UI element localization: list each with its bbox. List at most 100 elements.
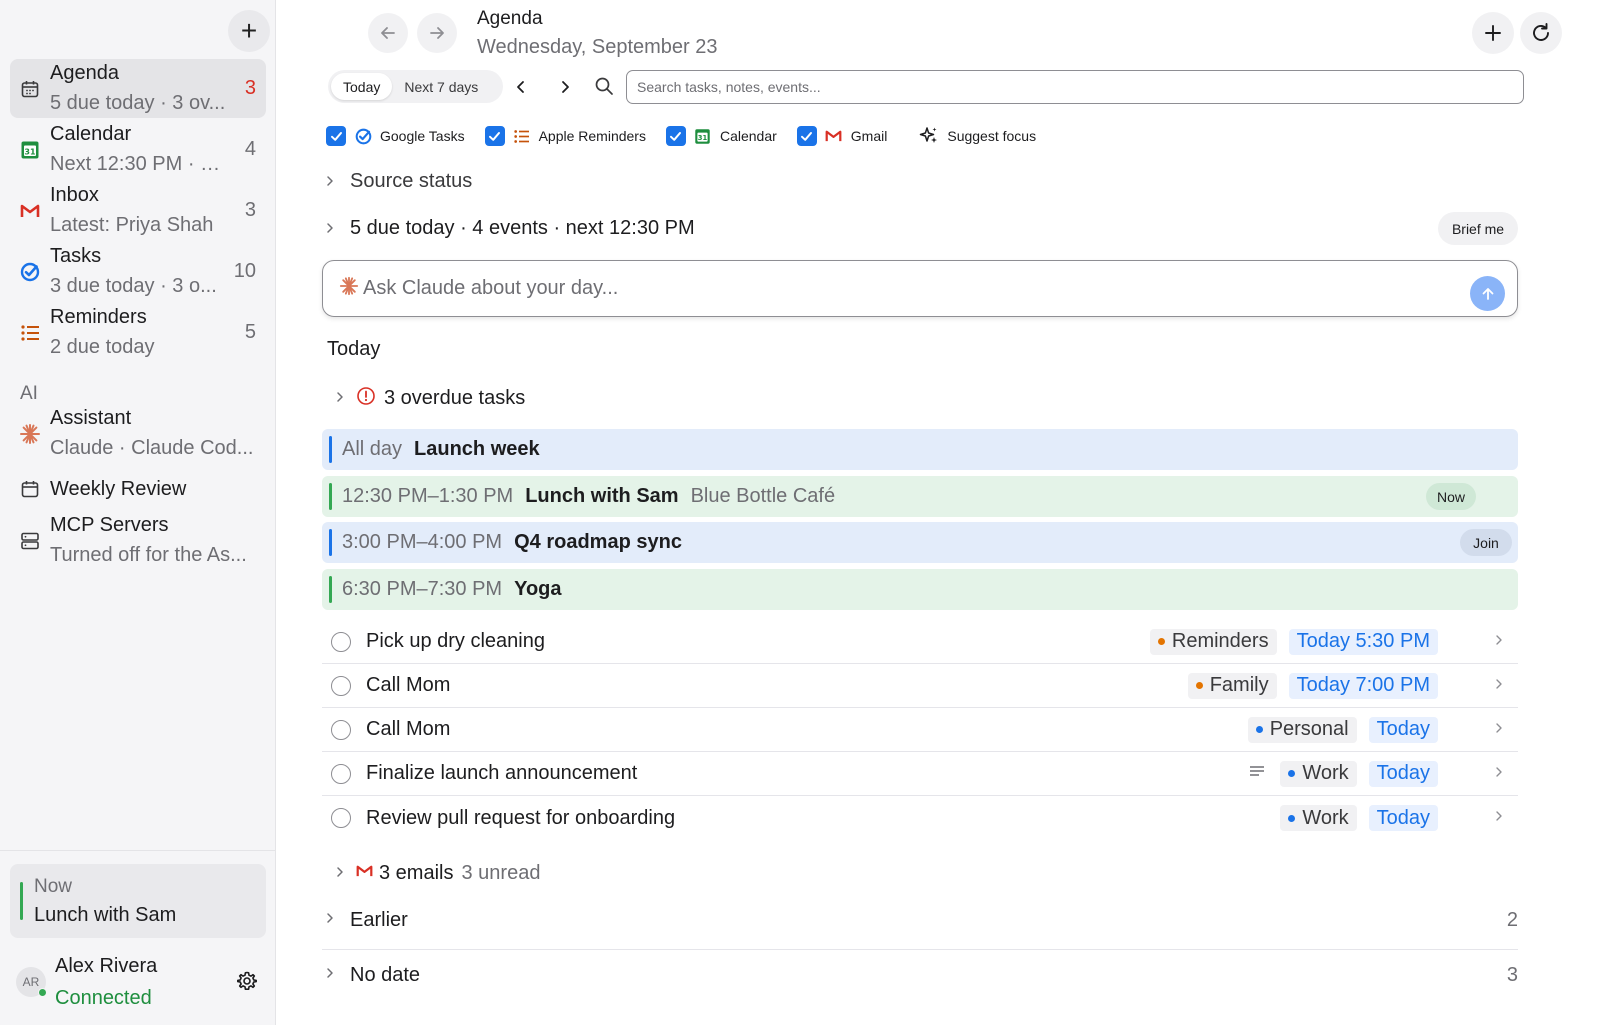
task-row[interactable]: Finalize launch announcement Work Today	[322, 752, 1518, 796]
task-complete-checkbox[interactable]	[331, 763, 351, 784]
event-color-bar	[329, 436, 332, 463]
forward-button[interactable]	[417, 13, 457, 53]
sidebar-section-ai: AI	[20, 383, 38, 404]
back-button[interactable]	[368, 13, 408, 53]
task-row[interactable]: Review pull request for onboarding Work …	[322, 796, 1518, 840]
gmail-icon	[356, 864, 373, 883]
sidebar-item-subtitle: Latest: Priya Shah	[50, 214, 214, 236]
ask-placeholder: Ask Claude about your day...	[363, 277, 619, 299]
send-button[interactable]	[1470, 276, 1505, 311]
task-list-tag: Reminders	[1149, 628, 1277, 655]
event-row[interactable]: 12:30 PM–1:30 PM Lunch with Sam Blue Bot…	[322, 476, 1518, 517]
task-row[interactable]: Call Mom Personal Today	[322, 708, 1518, 752]
source-status-label: Source status	[350, 170, 473, 192]
checkbox-checked-icon[interactable]	[484, 126, 505, 146]
filter-google-tasks[interactable]: Google Tasks	[326, 126, 465, 146]
sidebar-item-inbox[interactable]: Inbox Latest: Priya Shah 3	[10, 181, 266, 240]
chevron-right-icon	[324, 221, 344, 237]
refresh-button[interactable]	[1520, 12, 1562, 54]
task-row[interactable]: Pick up dry cleaning Reminders Today 5:3…	[322, 620, 1518, 664]
search-input[interactable]	[626, 70, 1524, 104]
sidebar-item-title: Assistant	[50, 407, 132, 429]
new-item-button[interactable]: +	[228, 10, 270, 52]
sidebar-item-subtitle: Claude · Claude Cod...	[50, 437, 254, 459]
overdue-tasks-toggle[interactable]: 3 overdue tasks	[334, 386, 525, 411]
claude-spark-icon	[10, 423, 50, 445]
emails-toggle[interactable]: 3 emails 3 unread	[334, 862, 540, 885]
event-title: Lunch with Sam	[525, 485, 679, 507]
filter-gmail[interactable]: Gmail	[796, 126, 887, 146]
sidebar-item-calendar[interactable]: 31 Calendar Next 12:30 PM · L... 4	[10, 120, 266, 179]
settings-gear-icon[interactable]	[236, 970, 258, 992]
google-calendar-icon: 31	[10, 140, 50, 160]
chevron-right-icon	[562, 81, 569, 93]
avatar-initials: AR	[22, 975, 40, 989]
source-status-toggle[interactable]: Source status	[324, 170, 472, 193]
online-status-dot	[38, 988, 47, 997]
task-list-name: Reminders	[1171, 630, 1269, 652]
segment-today[interactable]: Today	[331, 73, 393, 100]
reminders-list-icon	[10, 324, 50, 342]
sidebar-item-count: 4	[244, 138, 256, 160]
previous-day-button[interactable]	[510, 76, 532, 98]
sidebar-item-subtitle: 5 due today · 3 ov...	[50, 92, 226, 114]
checkbox-checked-icon[interactable]	[665, 126, 686, 146]
list-color-dot	[1288, 814, 1296, 822]
section-no-date[interactable]: No date 3	[322, 953, 1518, 997]
sidebar-item-weekly-review[interactable]: Weekly Review	[10, 472, 266, 506]
claude-spark-icon	[339, 276, 359, 301]
segment-next-7-days[interactable]: Next 7 days	[392, 73, 490, 100]
summary-toggle[interactable]: 5 due today · 4 events · next 12:30 PM	[324, 217, 695, 240]
task-complete-checkbox[interactable]	[331, 719, 351, 740]
event-title: Yoga	[514, 578, 562, 600]
task-due-badge: Today	[1368, 805, 1438, 831]
reminders-list-icon	[513, 127, 531, 145]
chevron-right-icon	[1494, 677, 1504, 695]
range-segmented-control: Today Next 7 days	[328, 70, 503, 103]
event-row[interactable]: All day Launch week	[322, 429, 1518, 470]
filter-calendar[interactable]: 31 Calendar	[665, 126, 777, 146]
arrow-right-icon	[430, 27, 444, 39]
add-button[interactable]	[1472, 12, 1514, 54]
brief-me-button[interactable]: Brief me	[1438, 212, 1518, 245]
ask-claude-input[interactable]: Ask Claude about your day...	[322, 260, 1518, 317]
now-card[interactable]: Now Lunch with Sam	[10, 864, 266, 938]
section-count: 2	[1506, 908, 1518, 931]
task-due-badge: Today 7:00 PM	[1288, 672, 1438, 699]
event-time: 6:30 PM–7:30 PM	[342, 578, 503, 600]
calendar-outline-icon	[10, 479, 50, 499]
task-title: Call Mom	[366, 718, 451, 740]
sidebar-item-assistant[interactable]: Assistant Claude · Claude Cod...	[10, 404, 266, 463]
filter-label: Google Tasks	[380, 128, 465, 144]
svg-text:31: 31	[24, 147, 36, 156]
filter-apple-reminders[interactable]: Apple Reminders	[484, 126, 646, 146]
source-filters: Google Tasks Apple Reminders 31 Calendar…	[326, 124, 1036, 148]
task-row[interactable]: Call Mom Family Today 7:00 PM	[322, 664, 1518, 708]
event-row[interactable]: 3:00 PM–4:00 PM Q4 roadmap sync Join	[322, 522, 1518, 563]
avatar[interactable]: AR	[16, 967, 47, 997]
task-complete-checkbox[interactable]	[331, 675, 351, 696]
checkbox-checked-icon[interactable]	[796, 126, 817, 146]
event-time: 12:30 PM–1:30 PM	[342, 485, 514, 507]
sidebar-item-subtitle: Next 12:30 PM · L...	[50, 153, 226, 175]
sidebar-item-subtitle: 3 due today · 3 o...	[50, 275, 217, 297]
sidebar-item-reminders[interactable]: Reminders 2 due today 5	[10, 303, 266, 362]
checkbox-checked-icon[interactable]	[326, 126, 346, 146]
section-earlier[interactable]: Earlier 2	[322, 898, 1518, 942]
join-button[interactable]: Join	[1460, 529, 1512, 556]
task-complete-checkbox[interactable]	[331, 808, 351, 828]
task-due-badge: Today	[1368, 716, 1438, 743]
suggest-focus-button[interactable]: Suggest focus	[919, 126, 1036, 146]
sparkle-icon	[920, 127, 938, 143]
sidebar-item-mcp-servers[interactable]: MCP Servers Turned off for the As...	[10, 511, 266, 570]
task-complete-checkbox[interactable]	[331, 631, 351, 652]
sidebar-item-tasks[interactable]: Tasks 3 due today · 3 o... 10	[10, 242, 266, 301]
next-day-button[interactable]	[554, 76, 576, 98]
chevron-right-icon	[334, 865, 346, 883]
sidebar-item-title: Inbox	[50, 184, 99, 206]
event-title: Q4 roadmap sync	[514, 531, 682, 553]
event-row[interactable]: 6:30 PM–7:30 PM Yoga	[322, 569, 1518, 610]
event-time: All day	[342, 438, 403, 460]
task-list-name: Work	[1302, 762, 1349, 784]
sidebar-item-agenda[interactable]: Agenda 5 due today · 3 ov... 3	[10, 59, 266, 118]
